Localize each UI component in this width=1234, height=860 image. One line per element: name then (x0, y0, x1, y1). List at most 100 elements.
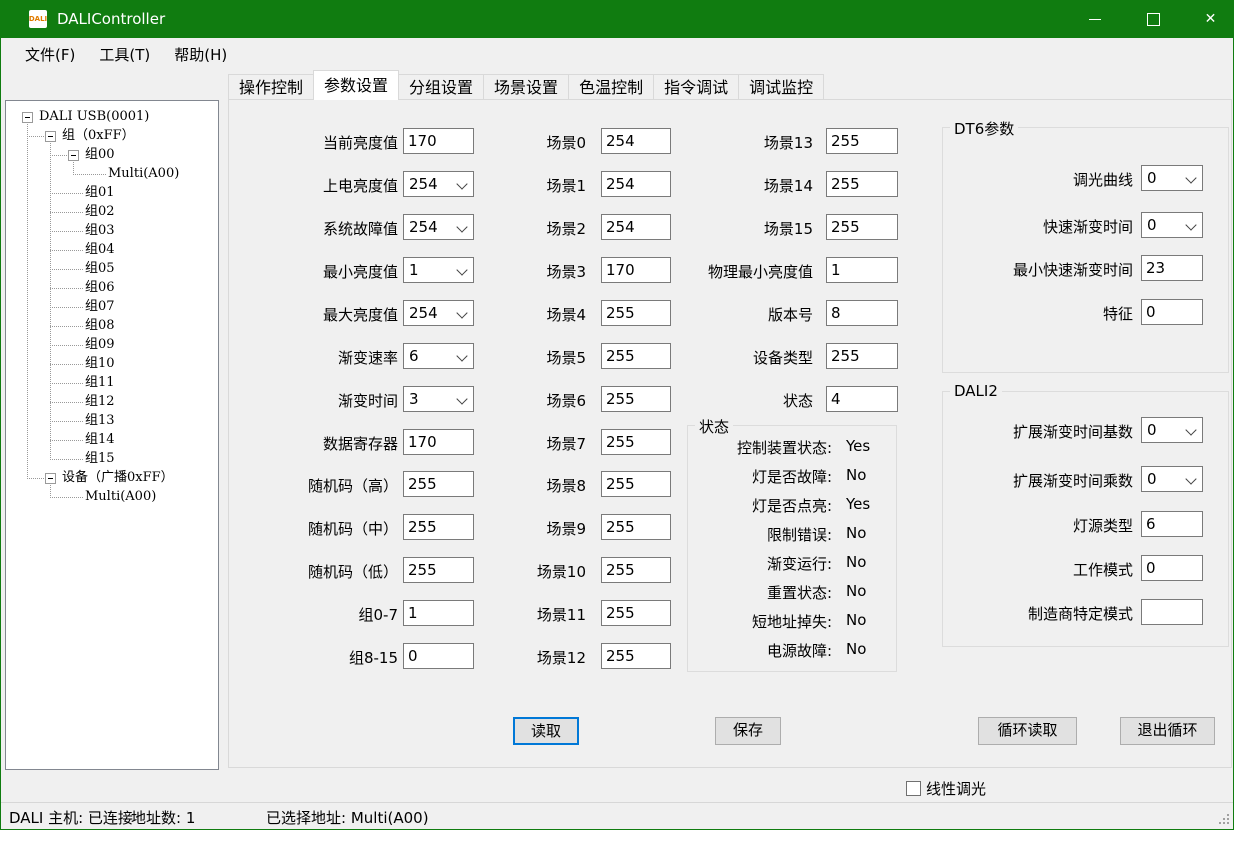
tab-command-debug[interactable]: 指令调试 (653, 74, 739, 100)
scene-12-input[interactable] (601, 643, 671, 669)
min-fast-fade-time-input[interactable] (1141, 255, 1203, 281)
scene-1-label: 场景1 (466, 175, 586, 196)
scene-6-input[interactable] (601, 386, 671, 412)
tree-item[interactable]: 组01 (85, 185, 115, 201)
operating-mode-input[interactable] (1141, 555, 1203, 581)
tab-scene-settings[interactable]: 场景设置 (483, 74, 569, 100)
random-code-high-input[interactable] (403, 471, 474, 497)
menu-item-help[interactable]: 帮助(H) (162, 40, 239, 69)
scene-12-label: 场景12 (466, 647, 586, 668)
menu-bar: 文件(F)工具(T)帮助(H) (1, 38, 1233, 70)
scene-11-input[interactable] (601, 600, 671, 626)
ext-fade-time-multiplier-select[interactable]: 0 (1141, 466, 1203, 492)
current-level-input[interactable] (403, 128, 474, 154)
min-level-select[interactable]: 1 (403, 257, 474, 283)
status-group-title: 状态 (695, 416, 733, 437)
menu-item-file[interactable]: 文件(F) (13, 40, 87, 69)
system-failure-level-value: 254 (409, 218, 438, 236)
statusbar-address-count: 地址数: 1 (131, 807, 195, 828)
tree-expander[interactable] (45, 131, 56, 142)
cycle-read-button[interactable]: 循环读取 (978, 717, 1077, 745)
tree-item[interactable]: 组05 (85, 261, 115, 277)
features-label: 特征 (946, 303, 1133, 324)
minimize-button[interactable] (1071, 0, 1118, 38)
fast-fade-time-select[interactable]: 0 (1141, 212, 1203, 238)
scene-0-input[interactable] (601, 128, 671, 154)
system-failure-level-select[interactable]: 254 (403, 214, 474, 240)
tree-expander[interactable] (68, 150, 79, 161)
tree-item[interactable]: 组03 (85, 223, 115, 239)
tree-item[interactable]: 组13 (85, 413, 115, 429)
scene-10-input[interactable] (601, 557, 671, 583)
scene-15-input[interactable] (826, 214, 898, 240)
light-source-type-input[interactable] (1141, 511, 1203, 537)
tree-item[interactable]: 组04 (85, 242, 115, 258)
tree-expander[interactable] (22, 112, 33, 123)
tree-item[interactable]: 组07 (85, 299, 115, 315)
tree-item[interactable]: 组（0xFF） (62, 128, 135, 144)
data-register-input[interactable] (403, 429, 474, 455)
manufacturer-mode-input[interactable] (1141, 599, 1203, 625)
tree-item[interactable]: Multi(A00) (85, 489, 156, 505)
tree-expander[interactable] (45, 473, 56, 484)
scene-2-input[interactable] (601, 214, 671, 240)
scene-3-input[interactable] (601, 257, 671, 283)
tab-parameter-settings[interactable]: 参数设置 (313, 70, 399, 100)
close-button[interactable]: ✕ (1187, 0, 1234, 38)
tree-item[interactable]: 组02 (85, 204, 115, 220)
save-button[interactable]: 保存 (715, 717, 781, 745)
group-0-7-input[interactable] (403, 600, 474, 626)
scene-7-input[interactable] (601, 429, 671, 455)
tab-group-settings[interactable]: 分组设置 (398, 74, 484, 100)
physical-min-level-input[interactable] (826, 257, 898, 283)
min-level-label: 最小亮度值 (238, 261, 398, 282)
control-gear-status-label: 控制装置状态: (692, 437, 832, 458)
scene-5-input[interactable] (601, 343, 671, 369)
version-number-input[interactable] (826, 300, 898, 326)
exit-cycle-button[interactable]: 退出循环 (1120, 717, 1215, 745)
tree-item[interactable]: 设备（广播0xFF） (62, 470, 174, 486)
read-button[interactable]: 读取 (513, 717, 579, 745)
max-level-select[interactable]: 254 (403, 300, 474, 326)
linear-dimming-checkbox[interactable]: 线性调光 (906, 778, 986, 799)
scene-4-input[interactable] (601, 300, 671, 326)
tree-item[interactable]: 组08 (85, 318, 115, 334)
power-on-level-select[interactable]: 254 (403, 171, 474, 197)
tree-item[interactable]: 组14 (85, 432, 115, 448)
tree-item[interactable]: 组09 (85, 337, 115, 353)
tab-debug-monitor[interactable]: 调试监控 (738, 74, 824, 100)
tree-item[interactable]: DALI USB(0001) (39, 109, 149, 125)
tree-item[interactable]: 组15 (85, 451, 115, 467)
fade-time-select[interactable]: 3 (403, 386, 474, 412)
group-8-15-input[interactable] (403, 643, 474, 669)
ext-fade-time-multiplier-label: 扩展渐变时间乘数 (946, 470, 1133, 491)
tree-item[interactable]: 组06 (85, 280, 115, 296)
tree-item[interactable]: 组11 (85, 375, 115, 391)
scene-13-input[interactable] (826, 128, 898, 154)
tab-color-temp-control[interactable]: 色温控制 (568, 74, 654, 100)
tree-item[interactable]: 组12 (85, 394, 115, 410)
tab-operation-control[interactable]: 操作控制 (228, 74, 314, 100)
random-code-low-input[interactable] (403, 557, 474, 583)
tree-item[interactable]: 组10 (85, 356, 115, 372)
scene-8-input[interactable] (601, 471, 671, 497)
power-failure-value: No (846, 640, 866, 658)
device-tree: DALI USB(0001) 组（0xFF） 组00 Multi(A00) 组01 组02… (6, 101, 218, 769)
ext-fade-time-base-select[interactable]: 0 (1141, 417, 1203, 443)
maximize-button[interactable] (1130, 0, 1177, 38)
menu-item-tools[interactable]: 工具(T) (87, 40, 162, 69)
status-value-input[interactable] (826, 386, 898, 412)
fade-rate-select[interactable]: 6 (403, 343, 474, 369)
fade-running-value: No (846, 553, 866, 571)
random-code-mid-input[interactable] (403, 514, 474, 540)
tree-item[interactable]: Multi(A00) (108, 166, 179, 182)
dimming-curve-select[interactable]: 0 (1141, 165, 1203, 191)
tree-item[interactable]: 组00 (85, 147, 115, 163)
resize-grip[interactable] (1227, 822, 1229, 824)
scene-1-input[interactable] (601, 171, 671, 197)
scene-14-input[interactable] (826, 171, 898, 197)
scene-9-input[interactable] (601, 514, 671, 540)
device-type-input[interactable] (826, 343, 898, 369)
features-input[interactable] (1141, 299, 1203, 325)
version-number-label: 版本号 (668, 304, 813, 325)
